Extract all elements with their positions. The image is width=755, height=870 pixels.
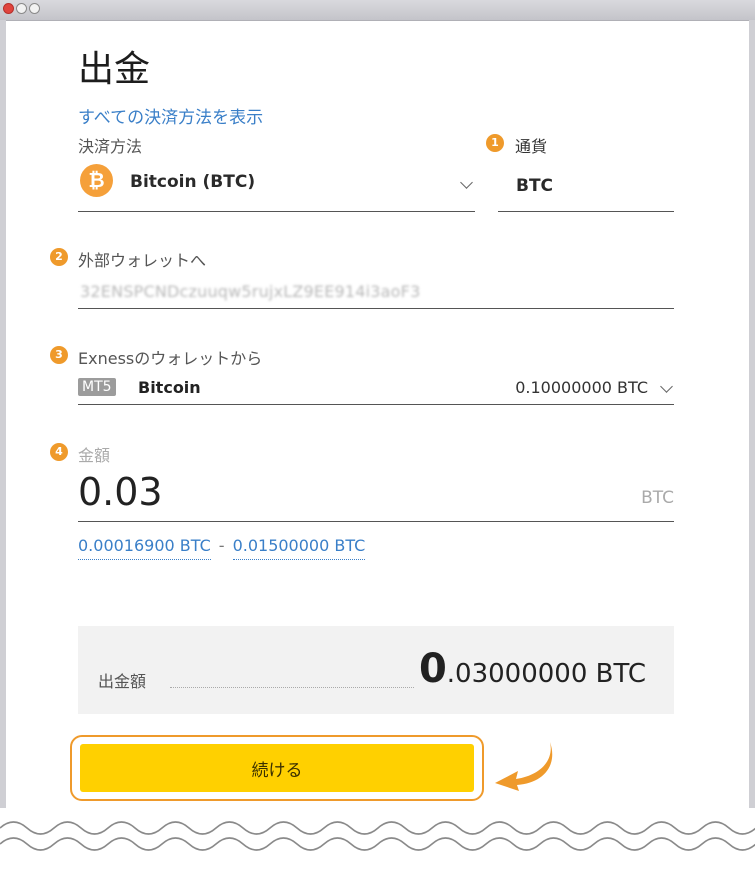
range-separator: - [218,536,225,555]
step-badge-2: 2 [50,248,68,266]
chevron-down-icon [460,176,473,189]
amount-label: 金額 [78,446,111,465]
currency-label: 通貨 [515,137,548,156]
step-badge-3: 3 [50,346,68,364]
account-balance: 0.10000000 BTC [515,378,648,397]
amount-range: 0.00016900 BTC -0.01500000 BTC [78,536,366,560]
currency-field[interactable]: BTC [498,160,674,212]
chevron-down-icon [660,380,673,393]
range-max-link[interactable]: 0.01500000 BTC [232,536,366,560]
withdrawal-summary: 出金額 0.03000000 BTC [78,626,674,714]
range-min-link[interactable]: 0.00016900 BTC [78,536,211,560]
summary-value-int: 0 [418,646,447,692]
external-wallet-label: 外部ウォレットへ [78,251,207,270]
payment-method-label: 決済方法 [78,137,143,156]
continue-button[interactable]: 続ける [80,744,474,792]
window-frame-left [0,20,6,840]
minimize-window-button[interactable] [16,3,27,14]
wallet-address-value: 32ENSPCNDczuuqw5rujxLZ9EE914i3aoF3 [80,282,421,301]
currency-value: BTC [516,176,554,196]
step-badge-4: 4 [50,443,68,461]
source-wallet-select[interactable]: MT5 Bitcoin 0.10000000 BTC [78,372,674,405]
zoom-window-button[interactable] [29,3,40,14]
source-wallet-label: Exnessのウォレットから [78,349,263,368]
title-bar [0,0,755,21]
page-title: 出金 [78,49,151,90]
summary-value: 0.03000000 BTC [419,646,646,692]
bitcoin-icon: ₿ [80,164,113,197]
payment-method-name: Bitcoin (BTC) [130,172,256,192]
amount-value: 0.03 [78,470,163,514]
app-window: 出金 すべての決済方法を表示 決済方法 1 通貨 ₿ Bitcoin (BTC)… [0,0,755,870]
amount-currency: BTC [641,488,674,508]
summary-value-rest: .03000000 BTC [446,659,646,689]
window-frame-right [749,20,755,840]
close-window-button[interactable] [3,3,14,14]
step-badge-1: 1 [486,134,504,152]
platform-tag: MT5 [78,378,116,396]
curved-arrow-icon [495,742,553,791]
show-all-methods-link[interactable]: すべての決済方法を表示 [78,103,263,128]
summary-dotted-leader [170,687,414,688]
account-name: Bitcoin [138,378,201,397]
continue-button-highlight: 続ける [70,735,484,801]
wallet-address-input[interactable]: 32ENSPCNDczuuqw5rujxLZ9EE914i3aoF3 [78,276,674,309]
torn-edge-decoration [0,808,755,870]
amount-input[interactable]: 0.03 BTC [78,468,674,522]
summary-label: 出金額 [98,672,147,691]
payment-method-select[interactable]: ₿ Bitcoin (BTC) [78,160,475,212]
